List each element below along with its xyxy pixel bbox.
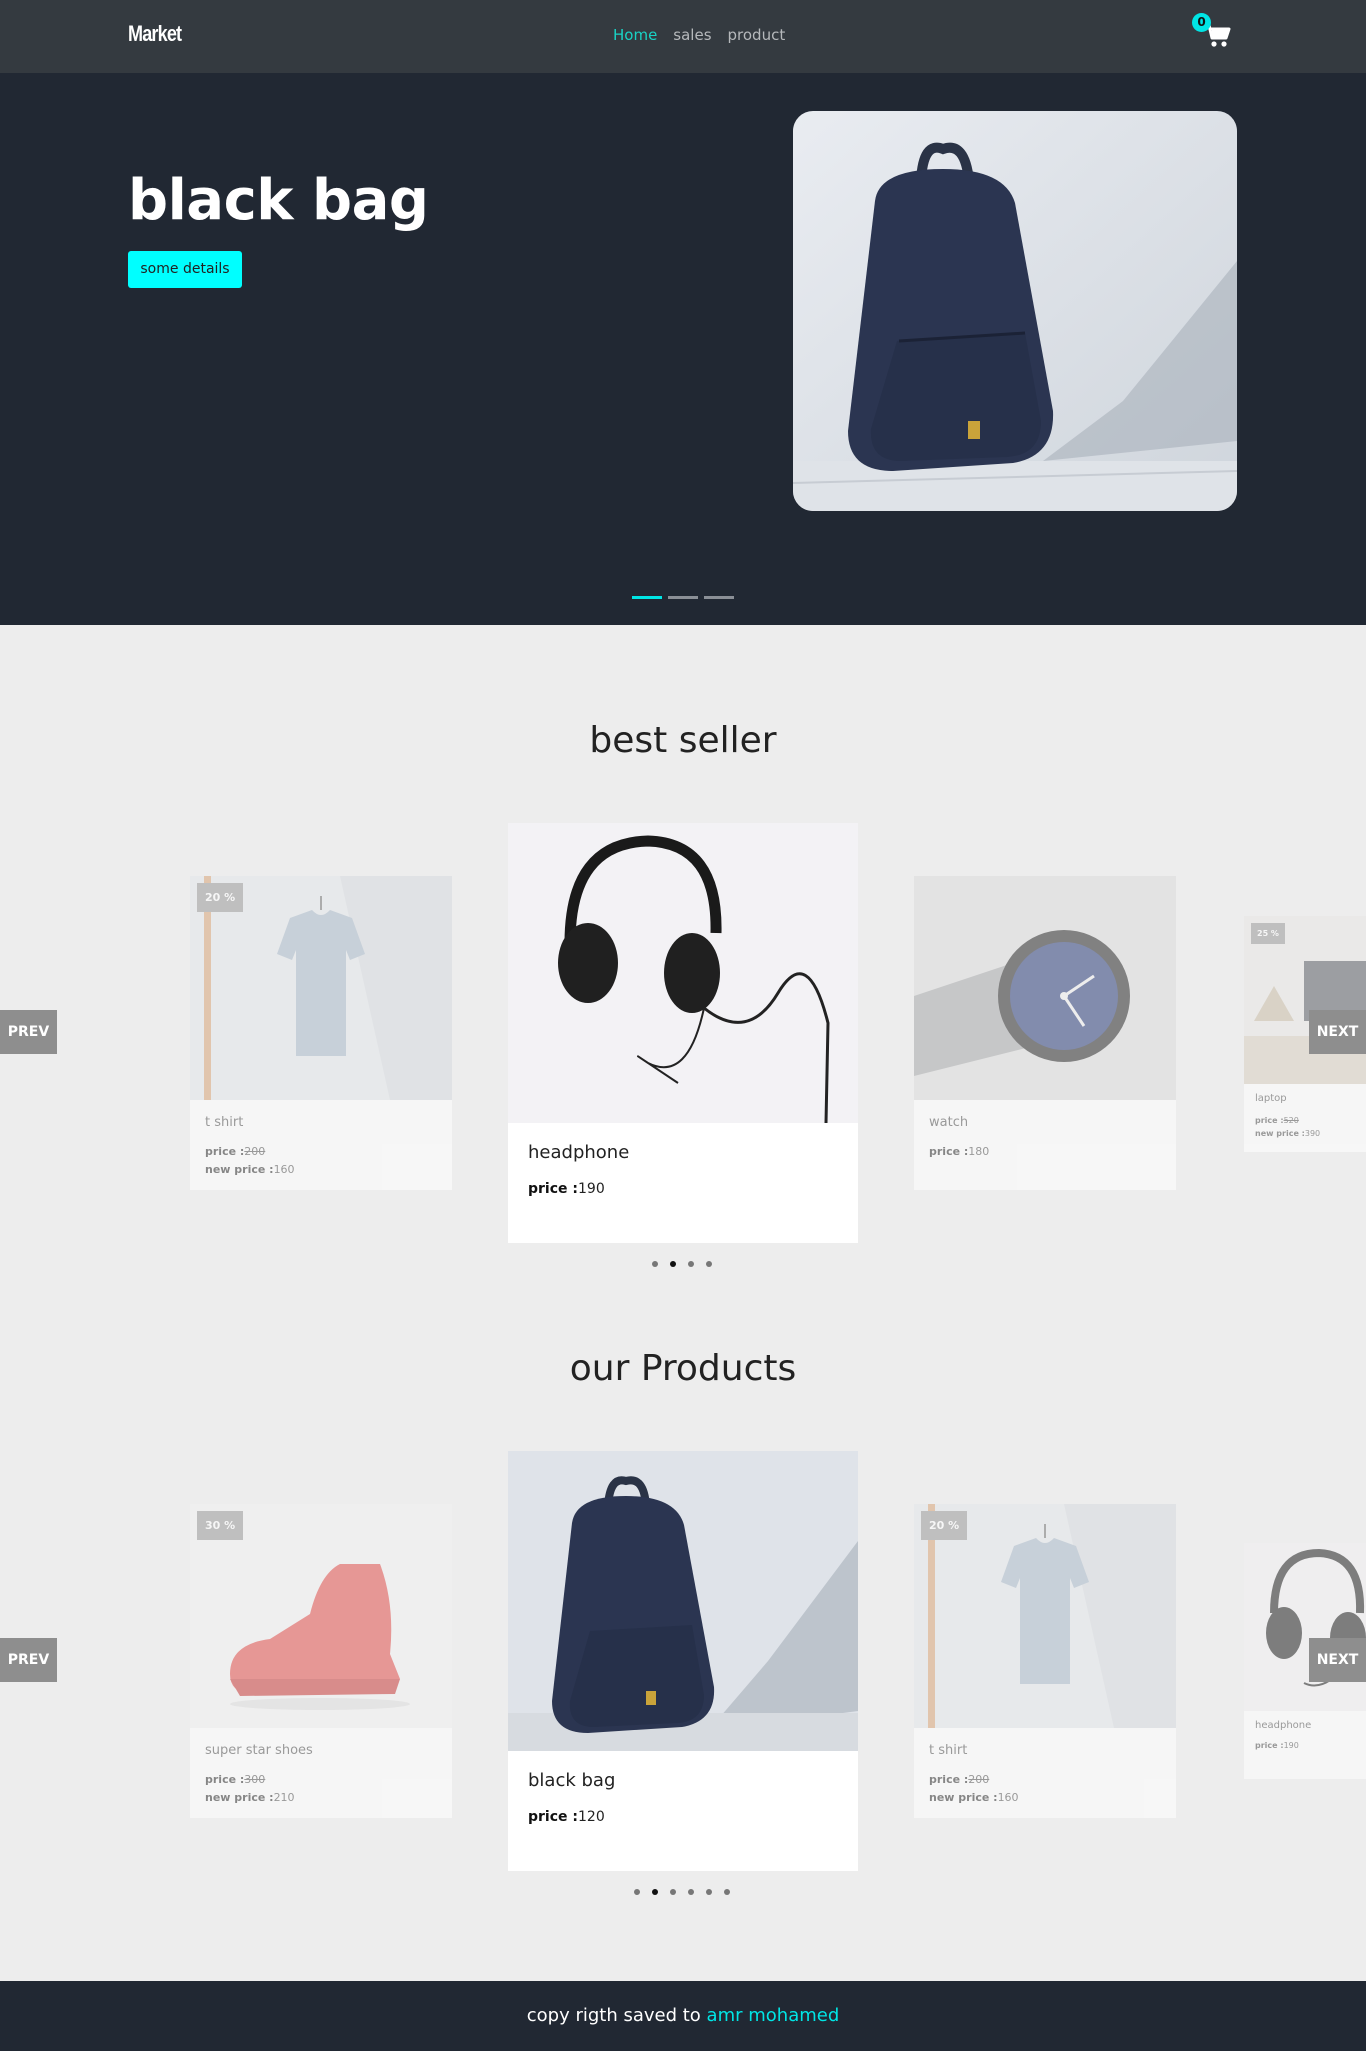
headphone-image [1244, 1543, 1366, 1711]
best-seller-next-button[interactable]: NEXT [1309, 1010, 1366, 1054]
discount-badge: 25 % [1251, 923, 1285, 944]
best-seller-prev-button[interactable]: PREV [0, 1010, 57, 1054]
nav-link-sales[interactable]: sales [673, 26, 711, 44]
product-name: black bag [528, 1770, 616, 1791]
price: price :190 [528, 1180, 605, 1198]
product-card-t-shirt-2[interactable]: 20 % t shirt price :200 new price :160 [914, 1504, 1176, 1818]
hero-backpack-image [793, 111, 1237, 511]
discount-badge: 30 % [197, 1511, 244, 1540]
price-value: 190 [578, 1181, 605, 1197]
old-price: price :300 [205, 1771, 313, 1789]
footer-author[interactable]: amr mohamed [707, 2005, 840, 2026]
product-name: watch [929, 1115, 969, 1130]
new-price-value: 160 [997, 1791, 1019, 1804]
hero-slide-indicator-3[interactable] [704, 596, 734, 599]
new-price-value: 210 [273, 1791, 295, 1804]
new-price-label: new price : [205, 1163, 274, 1176]
price-value: 300 [244, 1773, 266, 1786]
discount-badge: 20 % [197, 883, 244, 912]
pagination-dot-2[interactable] [652, 1889, 658, 1895]
product-name: super star shoes [205, 1743, 313, 1758]
new-price-label: new price : [1255, 1129, 1305, 1138]
price-value: 200 [968, 1773, 990, 1786]
price-label: price : [929, 1145, 969, 1158]
price-value: 180 [968, 1145, 990, 1158]
price: price :180 [929, 1143, 989, 1161]
product-name: headphone [1255, 1720, 1312, 1731]
product-card-t-shirt[interactable]: 20 % t shirt price :200 new price :160 [190, 876, 452, 1190]
our-products-prev-button[interactable]: PREV [0, 1638, 57, 1682]
new-price: new price :160 [929, 1789, 1019, 1807]
price-value: 200 [244, 1145, 266, 1158]
best-seller-pagination [652, 1261, 712, 1267]
our-products-title: our Products [569, 1348, 797, 1389]
price-label: price : [528, 1181, 578, 1197]
card-body: t shirt price :200 new price :160 [205, 1115, 295, 1179]
headphone-image [508, 823, 858, 1123]
navbar: Market Home sales product 0 [0, 0, 1366, 73]
pagination-dot-2[interactable] [670, 1261, 676, 1267]
best-seller-title: best seller [589, 720, 777, 761]
brand-logo[interactable]: Market [128, 21, 182, 47]
pagination-dot-4[interactable] [706, 1261, 712, 1267]
price-value: 520 [1283, 1116, 1299, 1125]
footer-text: copy rigth saved to [526, 2005, 701, 2026]
pagination-dot-1[interactable] [634, 1889, 640, 1895]
product-card-headphone[interactable]: headphone price :190 [508, 823, 858, 1243]
new-price: new price :160 [205, 1161, 295, 1179]
price-label: price : [1255, 1116, 1284, 1125]
card-body: super star shoes price :300 new price :2… [205, 1743, 313, 1807]
card-body: t shirt price :200 new price :160 [929, 1743, 1019, 1807]
new-price: new price :210 [205, 1789, 313, 1807]
our-products-pagination [634, 1889, 730, 1895]
hero-title: black bag [128, 168, 429, 233]
pagination-dot-1[interactable] [652, 1261, 658, 1267]
hero-slide-indicator-1[interactable] [632, 596, 662, 599]
pagination-dot-6[interactable] [724, 1889, 730, 1895]
nav-links: Home sales product [613, 26, 785, 44]
card-prices: price :520 new price :390 [1255, 1114, 1320, 1140]
new-price-value: 160 [273, 1163, 295, 1176]
price-label: price : [205, 1145, 245, 1158]
pagination-dot-3[interactable] [688, 1261, 694, 1267]
our-products-next-button[interactable]: NEXT [1309, 1638, 1366, 1682]
watch-image [914, 876, 1176, 1100]
product-name: headphone [528, 1142, 630, 1163]
old-price: price :520 [1255, 1114, 1320, 1127]
price-label: price : [929, 1773, 969, 1786]
card-body: watch price :180 [929, 1115, 989, 1161]
price: price :190 [1255, 1741, 1299, 1750]
black-bag-image [508, 1451, 858, 1751]
new-price-label: new price : [929, 1791, 998, 1804]
old-price: price :200 [205, 1143, 295, 1161]
new-price: new price :390 [1255, 1127, 1320, 1140]
price-label: price : [528, 1809, 578, 1825]
discount-badge: 20 % [921, 1511, 968, 1540]
nav-link-product[interactable]: product [728, 26, 786, 44]
price: price :120 [528, 1808, 605, 1826]
new-price-value: 390 [1304, 1129, 1321, 1138]
cart-count-badge: 0 [1192, 13, 1211, 32]
nav-link-home[interactable]: Home [613, 26, 657, 44]
product-card-black-bag[interactable]: black bag price :120 [508, 1451, 858, 1871]
product-card-watch[interactable]: watch price :180 [914, 876, 1176, 1190]
price-value: 190 [1283, 1741, 1299, 1750]
hero-carousel: black bag some details [0, 73, 1366, 625]
new-price-label: new price : [205, 1791, 274, 1804]
product-name: laptop [1255, 1093, 1287, 1104]
some-details-button[interactable]: some details [128, 251, 242, 288]
price-value: 120 [578, 1809, 605, 1825]
pagination-dot-4[interactable] [688, 1889, 694, 1895]
product-card-super-star-shoes[interactable]: 30 % super star shoes price :300 new pri… [190, 1504, 452, 1818]
price-label: price : [1255, 1741, 1284, 1750]
old-price: price :200 [929, 1771, 1019, 1789]
hero-slide-indicators [632, 596, 734, 599]
product-name: t shirt [205, 1115, 244, 1130]
price-label: price : [205, 1773, 245, 1786]
footer: copy rigth saved to amr mohamed [0, 1981, 1366, 2051]
hero-slide-indicator-2[interactable] [668, 596, 698, 599]
product-name: t shirt [929, 1743, 968, 1758]
pagination-dot-5[interactable] [706, 1889, 712, 1895]
pagination-dot-3[interactable] [670, 1889, 676, 1895]
